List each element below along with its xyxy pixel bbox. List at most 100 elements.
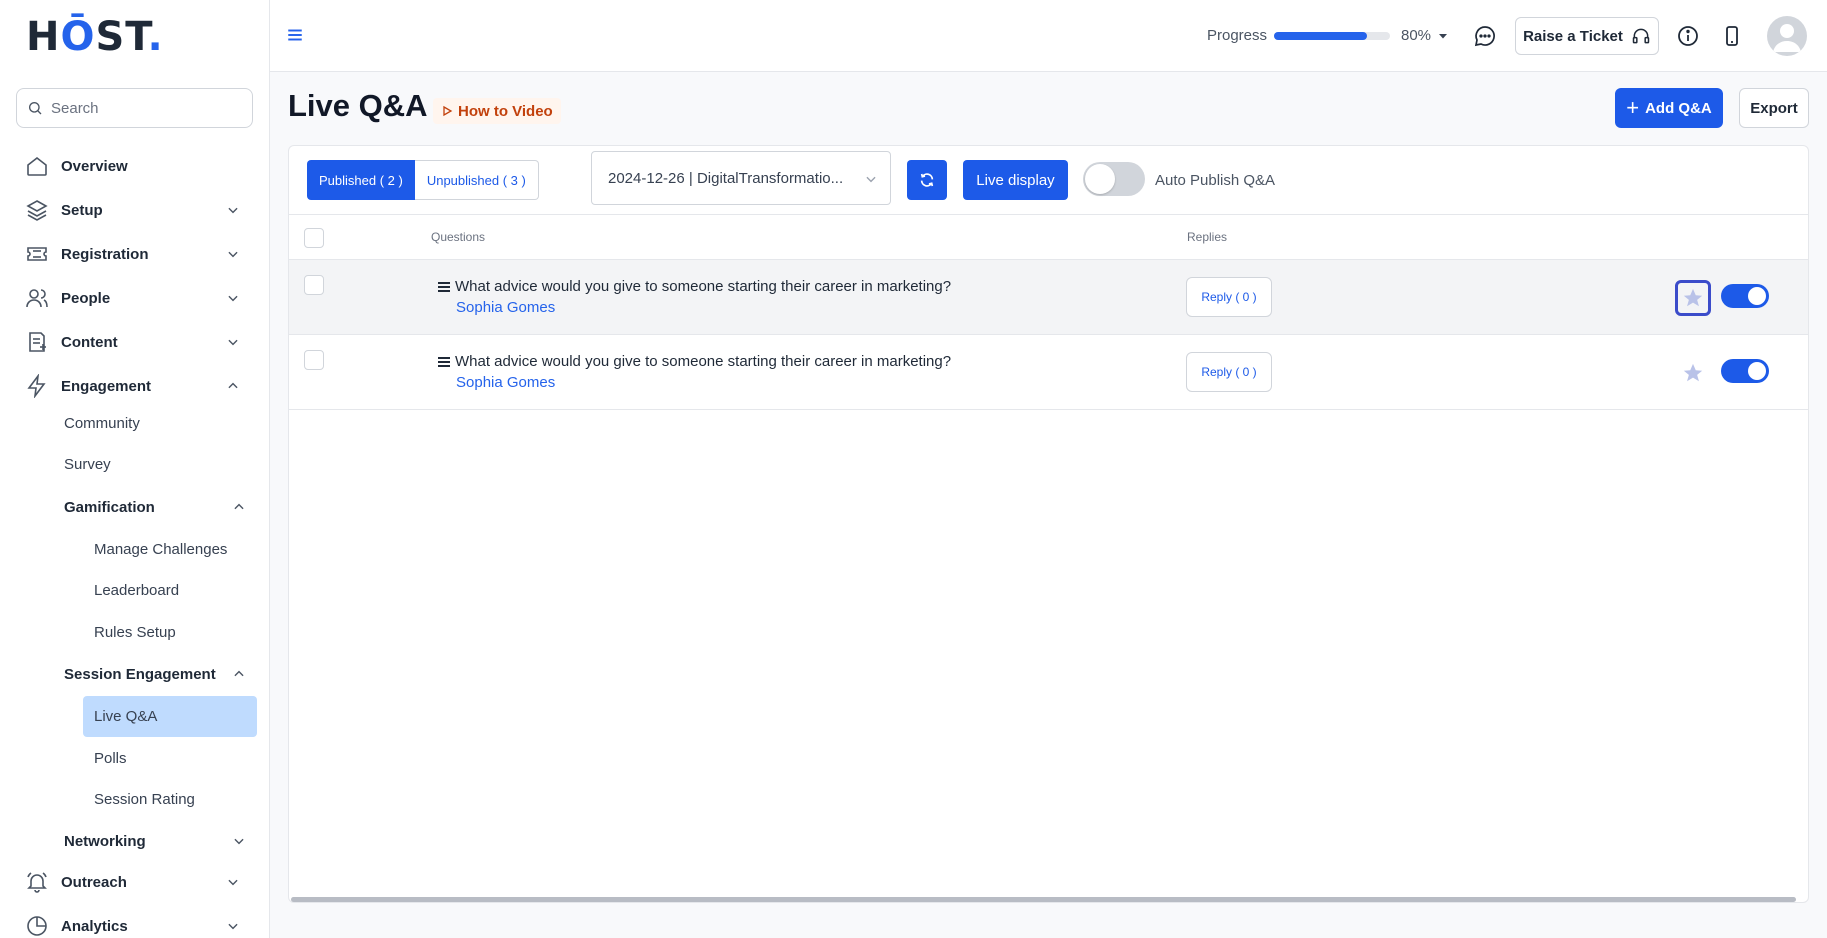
- toggle-knob: [1748, 287, 1766, 305]
- add-qa-label: Add Q&A: [1645, 99, 1712, 117]
- sidebar-item-analytics[interactable]: Analytics: [24, 910, 246, 938]
- lightning-icon: [24, 373, 50, 399]
- how-to-video-link[interactable]: How to Video: [433, 98, 561, 124]
- refresh-icon: [920, 173, 934, 187]
- user-avatar-icon: [1773, 24, 1801, 52]
- qa-panel: Published ( 2 ) Unpublished ( 3 ) 2024-1…: [288, 145, 1809, 903]
- mobile-icon[interactable]: [1720, 24, 1744, 48]
- sidebar-item-label: Registration: [61, 245, 149, 263]
- sidebar-item-label: Networking: [64, 832, 146, 850]
- search-input[interactable]: [51, 99, 241, 117]
- sidebar-item-label: Content: [61, 333, 118, 351]
- star-button[interactable]: [1675, 280, 1711, 316]
- horizontal-scrollbar[interactable]: [291, 897, 1796, 902]
- pie-chart-icon: [24, 913, 50, 938]
- sidebar-item-label: Setup: [61, 201, 103, 219]
- auto-publish-toggle[interactable]: [1083, 162, 1145, 196]
- how-to-video-label: How to Video: [458, 102, 553, 120]
- star-icon: [1683, 363, 1703, 382]
- host-logo[interactable]: HŌST.: [26, 14, 164, 60]
- avatar[interactable]: [1767, 16, 1807, 56]
- drag-handle-icon[interactable]: [437, 356, 451, 368]
- table-header: Questions Replies: [289, 214, 1808, 260]
- sidebar-item-label: Outreach: [61, 873, 127, 891]
- session-select[interactable]: 2024-12-26 | DigitalTransformatio...: [591, 151, 891, 205]
- sidebar-item-leaderboard[interactable]: Leaderboard: [94, 572, 179, 608]
- sidebar-item-content[interactable]: Content: [24, 326, 246, 358]
- add-qa-button[interactable]: + Add Q&A: [1615, 88, 1723, 128]
- session-select-value: 2024-12-26 | DigitalTransformatio...: [608, 169, 844, 187]
- sidebar-item-people[interactable]: People: [24, 282, 246, 314]
- row-checkbox[interactable]: [304, 275, 324, 295]
- sidebar: HŌST. Overview Setup Registration People: [0, 0, 270, 938]
- sidebar-item-setup[interactable]: Setup: [24, 194, 246, 226]
- chevron-down-icon: [228, 879, 238, 886]
- sidebar-item-label: Analytics: [61, 917, 128, 935]
- sidebar-item-session-engagement[interactable]: Session Engagement: [64, 656, 246, 692]
- row-checkbox[interactable]: [304, 350, 324, 370]
- table-row: What advice would you give to someone st…: [289, 260, 1808, 335]
- sidebar-item-session-rating[interactable]: Session Rating: [94, 781, 195, 817]
- chevron-down-icon: [234, 838, 244, 845]
- home-icon: [24, 153, 50, 179]
- headset-icon: [1632, 28, 1650, 44]
- users-icon: [24, 285, 50, 311]
- sidebar-item-engagement[interactable]: Engagement: [24, 370, 246, 402]
- sidebar-item-label: Gamification: [64, 498, 155, 516]
- live-display-button[interactable]: Live display: [963, 160, 1068, 200]
- export-button[interactable]: Export: [1739, 88, 1809, 128]
- drag-handle-icon[interactable]: [437, 281, 451, 293]
- tab-published[interactable]: Published ( 2 ): [307, 160, 415, 200]
- publish-toggle[interactable]: [1721, 284, 1769, 308]
- reply-button[interactable]: Reply ( 0 ): [1186, 277, 1272, 317]
- info-icon[interactable]: [1676, 24, 1700, 48]
- star-button[interactable]: [1675, 355, 1711, 391]
- sidebar-item-community[interactable]: Community: [64, 405, 140, 441]
- sidebar-item-outreach[interactable]: Outreach: [24, 866, 246, 898]
- sidebar-item-overview[interactable]: Overview: [24, 150, 246, 182]
- sidebar-item-gamification[interactable]: Gamification: [64, 489, 246, 525]
- refresh-button[interactable]: [907, 160, 947, 200]
- select-all-checkbox[interactable]: [304, 228, 324, 248]
- question-author[interactable]: Sophia Gomes: [456, 299, 555, 316]
- document-icon: [24, 329, 50, 355]
- chevron-down-icon: [228, 207, 238, 214]
- column-replies: Replies: [1187, 230, 1228, 244]
- sidebar-item-registration[interactable]: Registration: [24, 238, 246, 270]
- toggle-knob: [1085, 164, 1115, 194]
- progress-bar: [1274, 32, 1390, 40]
- sidebar-item-label: Engagement: [61, 377, 152, 395]
- question-author[interactable]: Sophia Gomes: [456, 374, 555, 391]
- hamburger-menu-icon[interactable]: [286, 26, 304, 44]
- chevron-down-icon: [228, 251, 238, 258]
- top-header: Progress 80% Raise a Ticket: [270, 0, 1827, 72]
- sidebar-item-networking[interactable]: Networking: [64, 823, 246, 859]
- plus-icon: +: [1626, 95, 1640, 120]
- column-questions: Questions: [431, 230, 486, 244]
- progress-percent: 80%: [1401, 27, 1432, 44]
- ticket-icon: [24, 241, 50, 267]
- sidebar-item-label: People: [61, 289, 111, 307]
- sidebar-item-rules-setup[interactable]: Rules Setup: [94, 614, 176, 650]
- raise-ticket-button[interactable]: Raise a Ticket: [1515, 17, 1659, 55]
- chevron-down-icon: [228, 339, 238, 346]
- progress-fill: [1274, 32, 1367, 40]
- chat-icon[interactable]: [1473, 24, 1497, 48]
- publish-toggle[interactable]: [1721, 359, 1769, 383]
- chevron-down-icon: [866, 176, 876, 183]
- sidebar-item-survey[interactable]: Survey: [64, 446, 111, 482]
- caret-down-icon[interactable]: [1437, 30, 1449, 42]
- tab-unpublished[interactable]: Unpublished ( 3 ): [414, 160, 539, 200]
- sidebar-item-label: Overview: [61, 157, 128, 175]
- progress-label: Progress: [1207, 27, 1268, 44]
- chevron-up-icon: [234, 503, 244, 510]
- reply-button[interactable]: Reply ( 0 ): [1186, 352, 1272, 392]
- sidebar-item-manage-challenges[interactable]: Manage Challenges: [94, 531, 227, 567]
- question-text: What advice would you give to someone st…: [455, 278, 952, 295]
- raise-ticket-label: Raise a Ticket: [1523, 27, 1623, 45]
- layers-icon: [24, 197, 50, 223]
- sidebar-item-polls[interactable]: Polls: [94, 740, 127, 776]
- search-box: [16, 88, 253, 128]
- sidebar-item-label: Session Engagement: [64, 665, 216, 683]
- sidebar-item-live-qa[interactable]: Live Q&A: [83, 696, 257, 737]
